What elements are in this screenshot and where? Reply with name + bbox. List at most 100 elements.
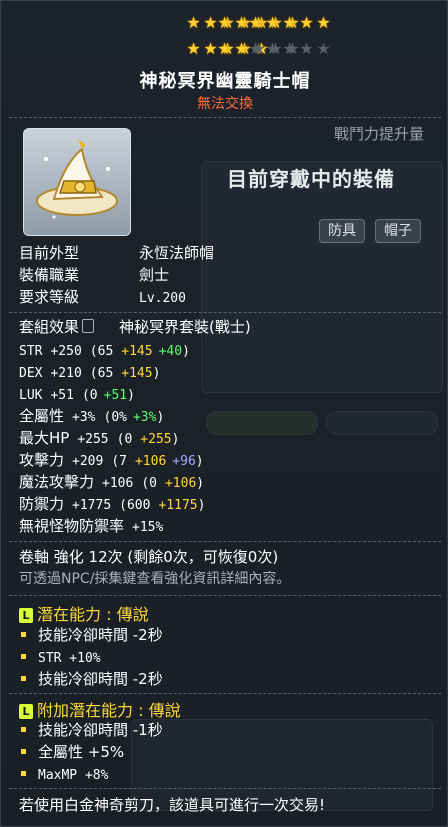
stat-name: 全屬性 (19, 407, 65, 425)
divider (9, 541, 441, 542)
set-effect-row[interactable]: 套組效果 神秘冥界套裝(戰士) (19, 317, 251, 337)
stat-bonus-flame: +106 (164, 476, 197, 491)
stat-total: +1775 (72, 498, 112, 513)
star-filled-icon: ★ (248, 13, 264, 32)
stat-name: DEX (19, 366, 43, 381)
stat-row: LUK +51 (0 +51) (19, 384, 135, 406)
star-group: ★ ★ ★ ★ ★ (217, 13, 299, 32)
star-filled-icon: ★ (299, 13, 315, 32)
stat-row: STR +250 (65 +145 +40) (19, 340, 190, 362)
stat-base: (0% (103, 410, 127, 425)
star-filled-icon: ★ (316, 13, 332, 32)
stat-name: 攻擊力 (19, 451, 65, 469)
stat-base: (65 (89, 366, 114, 381)
legendary-badge-icon: L (19, 704, 33, 719)
stat-total: +15% (132, 520, 164, 535)
stat-bonus-flame: +145 (121, 366, 153, 381)
stat-row: 最大HP +255 (0 +255) (19, 428, 179, 450)
stat-bonus-scroll: +96 (172, 454, 196, 469)
bonus-potential-header: L 附加潛在能力 : 傳說 (19, 697, 181, 721)
trade-hint-footer: 若使用白金神奇剪刀，該道具可進行一次交易! (19, 796, 326, 814)
legendary-badge-icon: L (19, 608, 33, 623)
info-row-level: 要求等級 Lv.200 (19, 288, 186, 306)
stat-row: 防禦力 +1775 (600 +1175) (19, 494, 205, 516)
stat-name: STR (19, 344, 43, 359)
star-empty-icon: ★ (316, 39, 332, 58)
star-filled-icon: ★ (265, 13, 281, 32)
stat-base: (65 (89, 344, 114, 359)
star-group: ★ ★ ★ ★ ★ (186, 39, 268, 58)
stat-close: ) (156, 410, 165, 425)
item-tooltip: ★ ★ ★ ★ ★★ ★ ★ ★ ★★ ★ ★ ★ ★ ★ ★ ★ ★ ★★ ★ ★ ★ ★★ ★ ★ ★ ★ 神秘冥界幽靈騎士… (0, 0, 448, 827)
stat-close: ) (127, 388, 135, 403)
stat-bonus-flame: +255 (140, 432, 172, 447)
stat-close: ) (182, 344, 190, 359)
star-force-row-2: ★ ★ ★ ★ ★★ ★ ★ ★ ★★ ★ ★ ★ ★ (1, 39, 447, 58)
item-name: 神秘冥界幽靈騎士帽 (139, 71, 311, 92)
star-filled-icon: ★ (186, 39, 202, 58)
stat-total: +3% (72, 410, 96, 425)
stat-base: (0 (116, 432, 133, 447)
divider (9, 595, 441, 596)
stat-name: LUK (19, 388, 43, 403)
potential-line: 技能冷卻時間 -2秒 (21, 669, 163, 689)
stat-total: +51 (50, 388, 74, 403)
category-tag-armor: 防具 (319, 219, 365, 243)
stat-name: 魔法攻擊力 (19, 473, 95, 491)
star-filled-icon: ★ (217, 13, 233, 32)
star-filled-icon: ★ (282, 13, 298, 32)
item-icon (23, 128, 131, 236)
trade-status: 無法交換 (197, 96, 253, 112)
stat-close: ) (197, 498, 206, 513)
currently-equipped-label: 目前穿戴中的裝備 (227, 167, 395, 191)
stat-bonus-flame: +145 (121, 344, 153, 359)
upgrade-hint: 可透過NPC/採集鍵查看強化資訊詳細內容。 (19, 571, 291, 587)
star-empty-icon: ★ (282, 39, 298, 58)
stat-name: 最大HP (19, 429, 70, 447)
stat-close: ) (152, 366, 161, 381)
star-filled-icon: ★ (186, 13, 202, 32)
stat-close: ) (171, 432, 180, 447)
stat-total: +209 (72, 454, 104, 469)
info-row-job: 裝備職業 劍士 (19, 266, 170, 284)
set-info-icon[interactable] (82, 319, 95, 333)
stat-total: +210 (50, 366, 82, 381)
stat-row: DEX +210 (65 +145) (19, 362, 160, 384)
stat-name: 無視怪物防禦率 (19, 517, 125, 535)
combat-power-increase-label: 戰鬥力提升量 (334, 125, 425, 143)
stat-close: ) (195, 454, 204, 469)
bonus-potential-line: 全屬性 +5% (21, 742, 124, 762)
stat-row: 攻擊力 +209 (7 +106 +96) (19, 450, 204, 472)
bonus-potential-line: MaxMP +8% (21, 764, 108, 786)
star-group: ★ ★ ★ ★ ★ (248, 39, 330, 58)
wizard-hat-icon (36, 139, 118, 219)
category-tag-hat: 帽子 (375, 219, 421, 243)
star-empty-icon: ★ (299, 39, 315, 58)
star-group: ★ ★ ★ ★ ★ (186, 13, 268, 32)
stat-bonus-scroll: +51 (103, 388, 128, 403)
stat-bonus-flame: +106 (134, 454, 167, 469)
stat-total: +255 (77, 432, 109, 447)
stat-base: (0 (141, 476, 157, 491)
stat-bonus-scroll: +3% (132, 410, 157, 425)
stat-base: (0 (81, 388, 98, 403)
potential-header: L 潛在能力 : 傳說 (19, 601, 149, 625)
stat-total: +106 (102, 476, 134, 491)
stat-bonus-scroll: +40 (158, 344, 183, 359)
potential-line: 技能冷卻時間 -2秒 (21, 625, 163, 645)
divider (9, 788, 441, 789)
potential-line: STR +10% (21, 647, 101, 669)
info-row-appearance: 目前外型 永恆法師帽 (19, 244, 215, 262)
star-filled-icon: ★ (217, 39, 233, 58)
star-group: ★ ★ ★ ★ ★ (248, 13, 330, 32)
bonus-potential-line: 技能冷卻時間 -1秒 (21, 720, 163, 740)
stat-row: 全屬性 +3% (0% +3%) (19, 406, 164, 428)
divider (9, 117, 441, 118)
star-empty-icon: ★ (248, 39, 264, 58)
scroll-upgrade-line: 卷軸 強化 12次 (剩餘0次，可恢復0次) (19, 548, 279, 566)
stat-total: +250 (50, 344, 82, 359)
stat-base: (600 (119, 498, 151, 513)
divider (9, 693, 441, 694)
stat-base: (7 (111, 454, 127, 469)
star-force-row-1: ★ ★ ★ ★ ★★ ★ ★ ★ ★★ ★ ★ ★ ★ (1, 13, 447, 32)
